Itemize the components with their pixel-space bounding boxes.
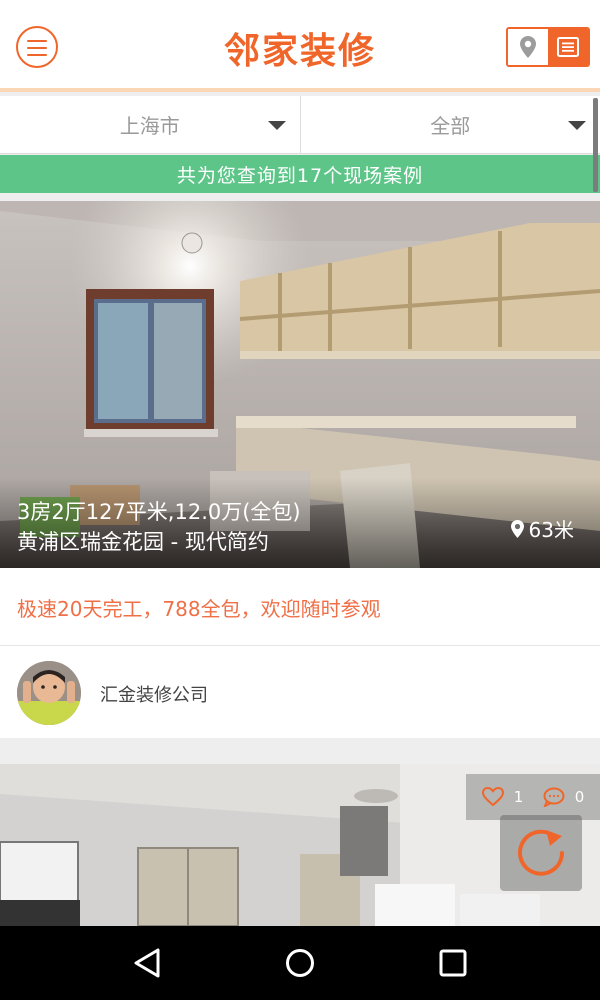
- map-pin-icon: [520, 36, 536, 58]
- app-header: 邻家装修: [0, 0, 600, 92]
- case-photo[interactable]: 3房2厅127平米,12.0万(全包) 黄浦区瑞金花园 - 现代简约 63米: [0, 201, 600, 568]
- case-promo-text: 极速20天完工，788全包，欢迎随时参观: [17, 597, 381, 621]
- avatar-photo: [17, 661, 81, 725]
- map-view-button[interactable]: [508, 29, 548, 65]
- case-title: 3房2厅127平米,12.0万(全包): [17, 500, 301, 524]
- company-avatar[interactable]: [17, 661, 81, 725]
- comment-icon: [543, 787, 565, 807]
- scrollbar[interactable]: [593, 98, 598, 192]
- refresh-button[interactable]: [500, 815, 582, 891]
- location-pin-icon: [510, 519, 524, 538]
- home-circle-icon: [285, 949, 314, 977]
- refresh-icon: [518, 829, 564, 876]
- case-location-style: 黄浦区瑞金花园 - 现代简约: [17, 530, 269, 554]
- like-stat[interactable]: 1: [481, 787, 524, 807]
- recents-button[interactable]: [431, 941, 475, 985]
- case-card[interactable]: 3房2厅127平米,12.0万(全包) 黄浦区瑞金花园 - 现代简约 63米 极…: [0, 201, 600, 738]
- caret-down-icon: [568, 121, 586, 130]
- back-button[interactable]: [125, 941, 169, 985]
- company-name[interactable]: 汇金装修公司: [100, 681, 208, 707]
- result-count-banner: 共为您查询到17个现场案例: [0, 155, 600, 193]
- list-view-icon: [557, 37, 579, 57]
- comment-count: 0: [574, 788, 585, 806]
- case-stats: 1 0: [466, 774, 600, 820]
- city-filter-label: 上海市: [119, 114, 180, 138]
- list-view-button[interactable]: [548, 29, 588, 65]
- like-count: 1: [513, 788, 524, 806]
- filter-bar: 上海市 全部: [0, 96, 600, 154]
- category-filter[interactable]: 全部: [299, 96, 600, 153]
- comment-stat[interactable]: 0: [543, 787, 585, 807]
- system-nav-bar: [0, 926, 600, 1000]
- heart-icon: [481, 787, 504, 807]
- view-toggle: [506, 27, 590, 67]
- home-button[interactable]: [278, 941, 322, 985]
- distance-value: 63米: [528, 518, 574, 542]
- category-filter-label: 全部: [430, 114, 471, 138]
- divider: [0, 645, 600, 646]
- distance-badge: 63米: [510, 514, 574, 543]
- caret-down-icon: [267, 121, 286, 130]
- city-filter[interactable]: 上海市: [0, 96, 300, 153]
- recents-square-icon: [439, 949, 467, 977]
- back-triangle-icon: [134, 948, 160, 978]
